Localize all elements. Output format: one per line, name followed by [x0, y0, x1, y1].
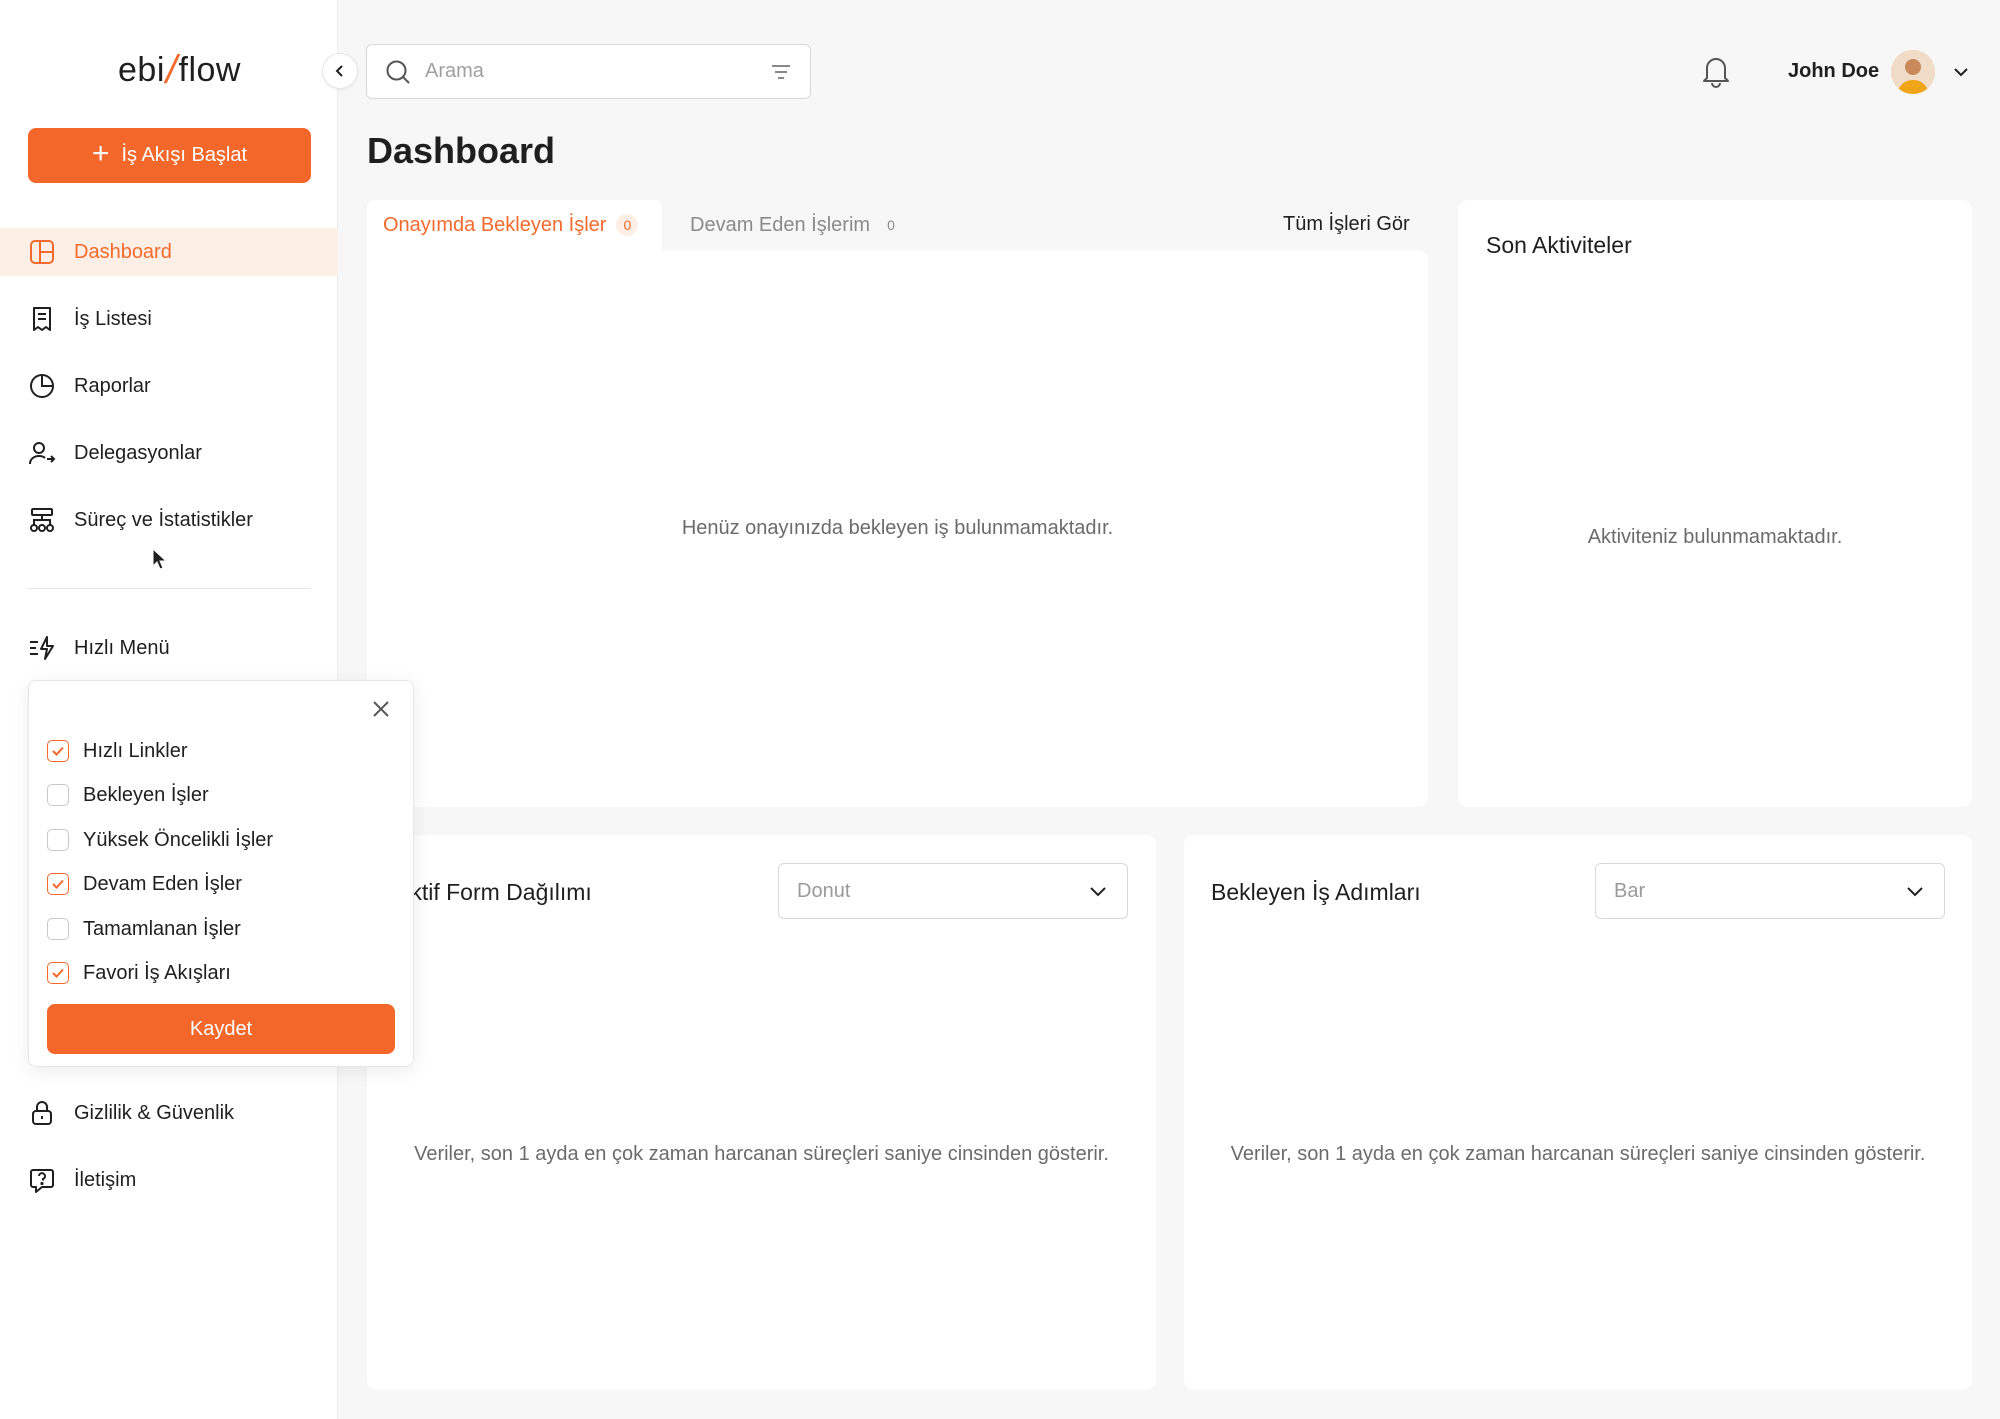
ebiflow-logo[interactable]: ebi / flow: [118, 48, 241, 93]
tab-in-progress[interactable]: Devam Eden İşlerim 0: [674, 200, 918, 250]
quick-menu-icon: [30, 636, 54, 660]
form-distribution-note: Veriler, son 1 ayda en çok zaman harcana…: [414, 1143, 1109, 1165]
search-icon: [386, 60, 410, 84]
checkbox[interactable]: [47, 918, 69, 940]
process-stats-icon: [30, 508, 54, 532]
see-all-tasks-link[interactable]: Tüm İşleri Gör: [1283, 213, 1410, 236]
logo-text-right: flow: [178, 51, 241, 89]
start-workflow-label: İş Akışı Başlat: [121, 144, 248, 166]
user-avatar[interactable]: [1891, 50, 1935, 94]
quick-menu-option-quick-links[interactable]: Hızlı Linkler: [47, 736, 187, 766]
pending-steps-title: Bekleyen İş Adımları: [1211, 879, 1421, 905]
select-value: Bar: [1614, 879, 1646, 902]
option-label: Devam Eden İşler: [83, 872, 242, 895]
checkbox[interactable]: [47, 829, 69, 851]
chevron-down-icon: [1907, 887, 1923, 897]
dashboard-icon: [30, 240, 54, 264]
quick-menu-option-high-priority[interactable]: Yüksek Öncelikli İşler: [47, 825, 273, 855]
activities-empty-message: Aktiviteniz bulunmamaktadır.: [1587, 526, 1843, 548]
avatar-image: [1891, 50, 1935, 94]
pending-empty-message: Henüz onayınızda bekleyen iş bulunmamakt…: [681, 517, 1114, 539]
option-label: Bekleyen İşler: [83, 783, 209, 806]
quick-menu-option-favorites[interactable]: Favori İş Akışları: [47, 958, 231, 988]
quick-menu-option-completed[interactable]: Tamamlanan İşler: [47, 914, 241, 944]
chevron-down-icon: [1090, 887, 1106, 897]
sidebar-item-label: Delegasyonlar: [74, 441, 202, 464]
check-icon: [52, 968, 64, 978]
option-label: Favori İş Akışları: [83, 961, 231, 984]
logo-mark: /: [165, 48, 178, 92]
quick-menu-popover: Hızlı Linkler Bekleyen İşler Yüksek Önce…: [28, 680, 414, 1067]
logo-text-left: ebi: [118, 51, 165, 89]
checkbox[interactable]: [47, 784, 69, 806]
close-icon: [373, 701, 389, 717]
option-label: Hızlı Linkler: [83, 739, 188, 762]
user-name[interactable]: John Doe: [1788, 60, 1879, 83]
sidebar-item-label: Raporlar: [74, 374, 151, 397]
search-input[interactable]: [425, 60, 756, 83]
form-distribution-title: Aktif Form Dağılımı: [395, 879, 592, 905]
chevron-left-icon: [335, 65, 343, 77]
option-label: Yüksek Öncelikli İşler: [83, 828, 274, 851]
search-bar: [366, 44, 811, 99]
sidebar-item-label: Hızlı Menü: [74, 636, 170, 659]
sidebar-item-label: Dashboard: [74, 240, 172, 263]
sidebar-item-process-stats[interactable]: Süreç ve İstatistikler: [0, 496, 338, 544]
quick-menu-option-pending-tasks[interactable]: Bekleyen İşler: [47, 780, 209, 810]
option-label: Tamamlanan İşler: [83, 917, 241, 940]
sidebar-item-privacy-security[interactable]: Gizlilik & Güvenlik: [0, 1089, 338, 1137]
checkbox[interactable]: [47, 873, 69, 895]
count-badge: 0: [616, 214, 639, 236]
help-chat-icon: [30, 1169, 54, 1193]
save-button[interactable]: Kaydet: [47, 1004, 395, 1054]
close-popover-button[interactable]: [367, 695, 395, 723]
filter-icon[interactable]: [770, 63, 792, 81]
plus-icon: +: [91, 137, 110, 170]
sidebar-item-label: Süreç ve İstatistikler: [74, 508, 253, 531]
sidebar-item-label: İş Listesi: [74, 307, 152, 330]
sidebar-item-quick-menu[interactable]: Hızlı Menü: [0, 624, 338, 672]
pending-tasks-panel: Henüz onayınızda bekleyen iş bulunmamakt…: [367, 250, 1428, 807]
pie-chart-icon: [30, 374, 54, 398]
start-workflow-button[interactable]: + İş Akışı Başlat: [28, 128, 311, 183]
activities-title: Son Aktiviteler: [1486, 232, 1632, 258]
quick-menu-option-in-progress[interactable]: Devam Eden İşler: [47, 869, 242, 899]
notification-bell-icon[interactable]: [1700, 54, 1732, 88]
task-list-icon: [33, 307, 51, 331]
chevron-down-icon[interactable]: [1951, 62, 1971, 82]
sidebar-item-reports[interactable]: Raporlar: [0, 362, 338, 410]
pending-steps-panel: Bekleyen İş Adımları Bar Veriler, son 1 …: [1184, 835, 1972, 1390]
tab-pending-approval[interactable]: Onayımda Bekleyen İşler 0: [367, 200, 662, 250]
sidebar-item-label: İletişim: [74, 1168, 137, 1191]
count-badge: 0: [887, 217, 895, 233]
sidebar-divider: [28, 588, 311, 589]
tab-label: Onayımda Bekleyen İşler: [383, 213, 607, 236]
sidebar-collapse-button[interactable]: [322, 53, 358, 89]
form-distribution-panel: Aktif Form Dağılımı Donut Veriler, son 1…: [367, 835, 1156, 1390]
chart-type-select[interactable]: Donut: [778, 863, 1128, 919]
page-title: Dashboard: [367, 130, 556, 171]
sidebar-item-task-list[interactable]: İş Listesi: [0, 295, 338, 343]
select-value: Donut: [797, 879, 851, 902]
pending-steps-note: Veriler, son 1 ayda en çok zaman harcana…: [1230, 1143, 1926, 1165]
chart-type-select[interactable]: Bar: [1595, 863, 1945, 919]
sidebar-item-contact[interactable]: İletişim: [0, 1156, 338, 1204]
tab-label: Devam Eden İşlerim: [690, 213, 871, 236]
sidebar-item-dashboard[interactable]: Dashboard: [0, 228, 338, 276]
sidebar-item-label: Gizlilik & Güvenlik: [74, 1101, 235, 1124]
sidebar-item-delegations[interactable]: Delegasyonlar: [0, 429, 338, 477]
users-delegate-icon: [29, 442, 56, 465]
lock-icon: [32, 1101, 52, 1125]
check-icon: [52, 879, 64, 889]
checkbox[interactable]: [47, 962, 69, 984]
mouse-cursor-icon: [152, 548, 168, 570]
checkbox[interactable]: [47, 740, 69, 762]
check-icon: [52, 746, 64, 756]
recent-activities-panel: Son Aktiviteler Aktiviteniz bulunmamakta…: [1458, 200, 1972, 807]
